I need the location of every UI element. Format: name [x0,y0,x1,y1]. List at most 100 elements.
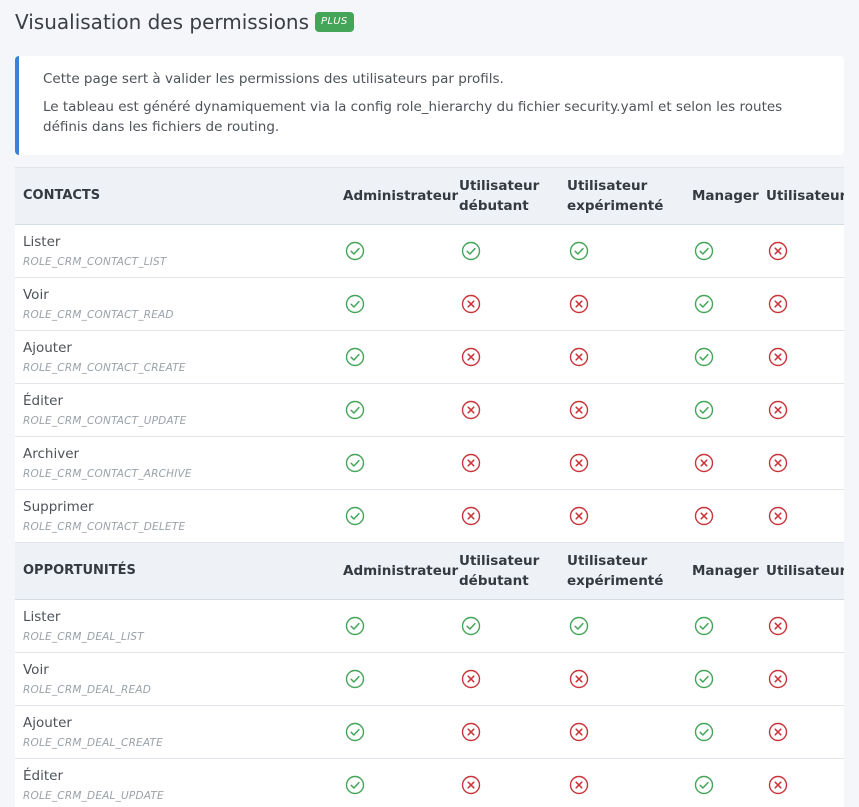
x-circle-icon [461,294,481,314]
check-circle-icon [694,241,714,261]
permission-status-cell [758,599,844,653]
permission-status-cell [335,224,451,278]
permission-cell: Supprimer ROLE_CRM_CONTACT_DELETE [15,489,335,543]
check-circle-icon [569,616,589,636]
permission-row: Éditer ROLE_CRM_CONTACT_UPDATE [15,383,844,437]
section-header-contacts: CONTACTS Administrateur Utilisateur débuta… [15,167,844,225]
permission-status-cell [758,705,844,759]
x-circle-icon [768,775,788,795]
permission-status-cell [559,436,684,490]
permission-row: Ajouter ROLE_CRM_CONTACT_CREATE [15,330,844,384]
x-circle-icon [461,722,481,742]
column-header-utilisateur: Utilisateur [758,542,844,600]
permission-role-code: ROLE_CRM_DEAL_LIST [23,630,144,643]
permission-cell: Ajouter ROLE_CRM_CONTACT_CREATE [15,330,335,384]
permission-status-cell [559,224,684,278]
x-circle-icon [768,616,788,636]
permission-status-cell [335,489,451,543]
permission-status-cell [335,277,451,331]
permission-status-cell [559,599,684,653]
permission-label: Ajouter [23,714,72,731]
x-circle-icon [461,506,481,526]
permission-label: Archiver [23,445,80,462]
column-header-utilisateur-debutant: Utilisateur débutant [451,542,559,600]
x-circle-icon [768,241,788,261]
column-header-administrateur: Administrateur [335,542,458,600]
permission-row: Voir ROLE_CRM_DEAL_READ [15,652,844,706]
permission-status-cell [684,383,758,437]
permission-status-cell [451,436,559,490]
check-circle-icon [694,347,714,367]
column-header-utilisateur: Utilisateur [758,167,844,225]
check-circle-icon [345,400,365,420]
permissions-table-container[interactable]: CONTACTS Administrateur Utilisateur débuta… [15,167,844,807]
permission-cell: Voir ROLE_CRM_DEAL_READ [15,652,335,706]
x-circle-icon [768,347,788,367]
permission-role-code: ROLE_CRM_DEAL_CREATE [23,736,163,749]
permission-status-cell [559,705,684,759]
permission-status-cell [451,330,559,384]
permission-status-cell [335,705,451,759]
permission-cell: Archiver ROLE_CRM_CONTACT_ARCHIVE [15,436,335,490]
permission-status-cell [758,224,844,278]
permission-status-cell [758,652,844,706]
x-circle-icon [768,453,788,473]
permission-status-cell [559,489,684,543]
permission-status-cell [451,652,559,706]
column-header-manager: Manager [684,542,759,600]
permission-row: Éditer ROLE_CRM_DEAL_UPDATE [15,758,844,807]
check-circle-icon [345,294,365,314]
permission-row: Ajouter ROLE_CRM_DEAL_CREATE [15,705,844,759]
permission-status-cell [758,758,844,807]
permission-status-cell [451,599,559,653]
permission-status-cell [335,599,451,653]
permission-status-cell [684,599,758,653]
x-circle-icon [694,506,714,526]
permission-status-cell [559,277,684,331]
permissions-table-body: CONTACTS Administrateur Utilisateur débuta… [15,167,844,807]
permission-status-cell [684,652,758,706]
check-circle-icon [345,775,365,795]
check-circle-icon [694,669,714,689]
x-circle-icon [569,294,589,314]
permission-cell: Voir ROLE_CRM_CONTACT_READ [15,277,335,331]
x-circle-icon [768,722,788,742]
x-circle-icon [768,294,788,314]
intro-text-line1: Cette page sert à valider les permission… [43,71,504,87]
permission-status-cell [758,277,844,331]
permission-status-cell [559,383,684,437]
x-circle-icon [569,506,589,526]
info-callout: Cette page sert à valider les permission… [15,56,844,155]
permission-status-cell [335,652,451,706]
permission-label: Éditer [23,767,63,784]
plus-badge: PLUS [315,12,354,32]
permission-status-cell [684,224,758,278]
x-circle-icon [768,506,788,526]
permission-status-cell [451,758,559,807]
x-circle-icon [461,347,481,367]
check-circle-icon [461,616,481,636]
check-circle-icon [345,722,365,742]
section-title: OPPORTUNITÉS [15,542,335,600]
x-circle-icon [569,775,589,795]
permission-status-cell [684,330,758,384]
permission-row: Lister ROLE_CRM_CONTACT_LIST [15,224,844,278]
permission-label: Lister [23,233,61,250]
permission-row: Archiver ROLE_CRM_CONTACT_ARCHIVE [15,436,844,490]
permission-cell: Lister ROLE_CRM_DEAL_LIST [15,599,335,653]
section-title: CONTACTS [15,167,335,225]
x-circle-icon [461,453,481,473]
check-circle-icon [345,506,365,526]
permission-status-cell [684,436,758,490]
permission-status-cell [684,758,758,807]
permission-label: Supprimer [23,498,94,515]
permission-role-code: ROLE_CRM_CONTACT_READ [23,308,174,321]
x-circle-icon [569,347,589,367]
x-circle-icon [569,722,589,742]
page-title: Visualisation des permissions [15,10,310,34]
check-circle-icon [694,722,714,742]
x-circle-icon [461,669,481,689]
permission-role-code: ROLE_CRM_CONTACT_CREATE [23,361,186,374]
column-header-utilisateur-debutant: Utilisateur débutant [451,167,559,225]
permissions-page: Visualisation des permissions PLUS Cette… [0,0,859,807]
